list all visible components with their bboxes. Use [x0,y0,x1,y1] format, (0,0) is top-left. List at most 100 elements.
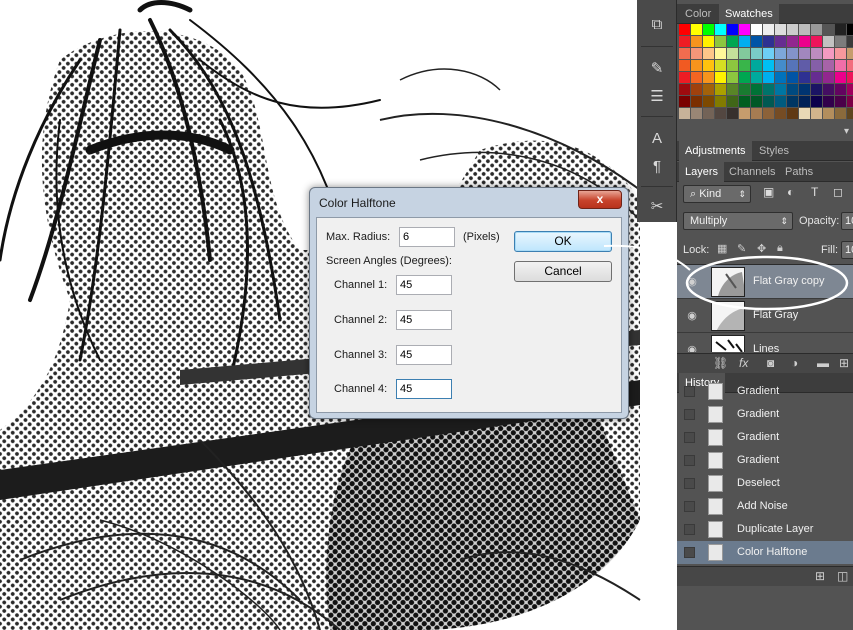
swatch-cell[interactable] [751,72,762,83]
3d-cube-icon[interactable]: ⧉ [645,14,669,36]
swatch-cell[interactable] [763,36,774,47]
swatch-cell[interactable] [703,48,714,59]
max-radius-input[interactable] [399,227,455,247]
panel-menu-icon[interactable]: ▾ [844,126,849,137]
swatch-cell[interactable] [739,96,750,107]
swatch-cell[interactable] [715,84,726,95]
swatch-cell[interactable] [835,96,846,107]
paragraph-icon[interactable]: ¶ [645,156,669,178]
swatch-cell[interactable] [727,60,738,71]
swatch-cell[interactable] [691,84,702,95]
swatch-cell[interactable] [739,36,750,47]
swatch-cell[interactable] [835,108,846,119]
swatch-cell[interactable] [679,24,690,35]
ok-button[interactable]: OK [514,231,612,252]
swatch-cell[interactable] [763,72,774,83]
swatch-cell[interactable] [691,24,702,35]
swatch-cell[interactable] [751,96,762,107]
swatch-cell[interactable] [751,60,762,71]
tab-adjustments[interactable]: Adjustments [679,141,752,161]
swatch-cell[interactable] [811,96,822,107]
new-snapshot-icon[interactable]: ⊞ [815,569,825,583]
swatch-cell[interactable] [811,72,822,83]
swatch-cell[interactable] [715,24,726,35]
history-item[interactable]: Gradient [677,380,853,403]
swatch-cell[interactable] [787,108,798,119]
new-layer-icon[interactable]: ⊞ [839,356,849,370]
swatch-cell[interactable] [811,108,822,119]
swatch-cell[interactable] [715,60,726,71]
swatch-cell[interactable] [691,48,702,59]
swatch-cell[interactable] [703,96,714,107]
swatch-cell[interactable] [811,60,822,71]
channel-1-input[interactable] [396,275,452,295]
swatch-cell[interactable] [679,48,690,59]
history-item[interactable]: Gradient [677,403,853,426]
swatch-cell[interactable] [799,36,810,47]
swatch-cell[interactable] [787,72,798,83]
swatch-cell[interactable] [703,72,714,83]
new-adjustment-icon[interactable]: ◑ [791,356,798,370]
swatch-cell[interactable] [799,72,810,83]
swatch-cell[interactable] [727,48,738,59]
swatch-cell[interactable] [691,72,702,83]
swatch-cell[interactable] [799,48,810,59]
filter-adjustment-icon[interactable]: ◐ [787,185,794,199]
history-item[interactable]: Duplicate Layer [677,518,853,541]
swatch-cell[interactable] [703,36,714,47]
swatch-cell[interactable] [751,108,762,119]
swatch-cell[interactable] [715,48,726,59]
swatch-cell[interactable] [799,24,810,35]
brush-options-icon[interactable]: ✎ [645,58,669,80]
swatch-cell[interactable] [799,96,810,107]
swatch-cell[interactable] [823,36,834,47]
swatch-cell[interactable] [835,24,846,35]
swatch-cell[interactable] [835,48,846,59]
swatch-grid[interactable] [677,24,853,122]
history-item[interactable]: Gradient [677,426,853,449]
swatch-cell[interactable] [823,84,834,95]
layer-filter-select[interactable]: ⌕ Kind ⇕ [683,185,751,203]
swatch-cell[interactable] [823,108,834,119]
swatch-cell[interactable] [811,84,822,95]
swatch-cell[interactable] [751,48,762,59]
tab-paths[interactable]: Paths [779,162,819,182]
tab-swatches[interactable]: Swatches [719,4,779,24]
blend-mode-select[interactable]: Multiply ⇕ [683,212,793,230]
swatch-cell[interactable] [823,96,834,107]
swatch-cell[interactable] [799,60,810,71]
swatch-cell[interactable] [679,60,690,71]
history-checkbox[interactable] [684,409,695,420]
adjust-sliders-icon[interactable]: ☰ [645,86,669,108]
swatch-cell[interactable] [775,48,786,59]
channel-2-input[interactable] [396,310,452,330]
history-checkbox[interactable] [684,455,695,466]
swatch-cell[interactable] [847,96,853,107]
swatch-cell[interactable] [763,96,774,107]
link-layers-icon[interactable]: ⛓ [713,356,728,370]
swatch-cell[interactable] [715,72,726,83]
tools-settings-icon[interactable]: ✂ [645,196,669,218]
history-item[interactable]: Deselect [677,472,853,495]
camera-icon[interactable]: ◫ [837,569,848,583]
swatch-cell[interactable] [703,24,714,35]
swatch-cell[interactable] [739,60,750,71]
swatch-cell[interactable] [679,96,690,107]
swatch-cell[interactable] [679,84,690,95]
swatch-cell[interactable] [775,84,786,95]
filter-pixel-icon[interactable]: ▣ [763,185,774,199]
swatch-cell[interactable] [775,96,786,107]
swatch-cell[interactable] [787,60,798,71]
tab-layers[interactable]: Layers [679,162,725,182]
history-item[interactable]: Add Noise [677,495,853,518]
swatch-cell[interactable] [847,48,853,59]
tab-channels[interactable]: Channels [723,162,781,182]
swatch-cell[interactable] [823,60,834,71]
swatch-cell[interactable] [679,72,690,83]
channel-4-input[interactable] [396,379,452,399]
swatch-cell[interactable] [691,36,702,47]
swatch-cell[interactable] [763,48,774,59]
swatch-cell[interactable] [763,108,774,119]
swatch-cell[interactable] [775,72,786,83]
close-button[interactable]: x [578,190,622,209]
